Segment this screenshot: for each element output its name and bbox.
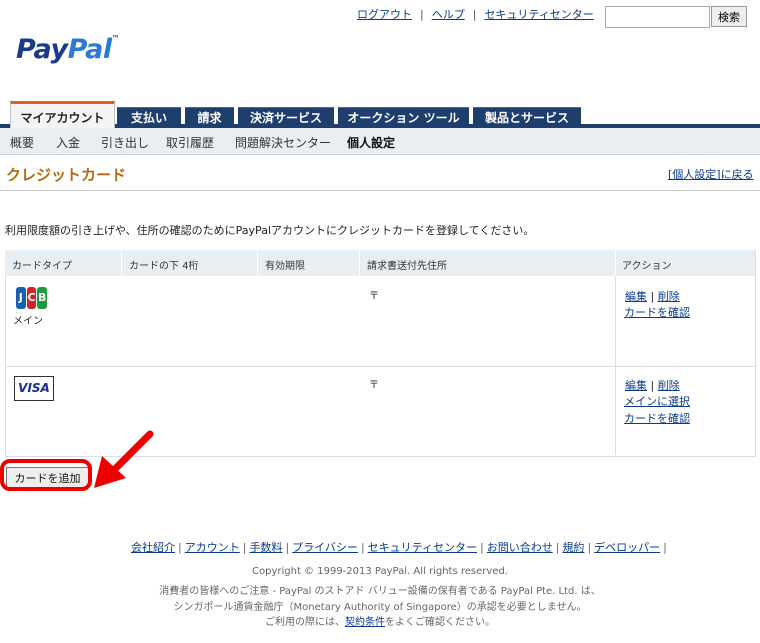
footer-fees[interactable]: 手数料 — [249, 541, 282, 554]
set-primary-link[interactable]: メインに選択 — [624, 393, 690, 409]
tab-merchant-services[interactable]: 決済サービス — [238, 107, 334, 128]
subnav-history[interactable]: 取引履歴 — [166, 134, 214, 151]
row-actions: 編集 | 削除 — [625, 377, 680, 393]
footer-terms[interactable]: 規約 — [562, 541, 584, 554]
footer-about[interactable]: 会社紹介 — [131, 541, 175, 554]
logout-link[interactable]: ログアウト — [357, 8, 412, 21]
search-button[interactable]: 検索 — [711, 6, 747, 27]
column-divider — [615, 250, 616, 276]
annotation-arrow-icon — [94, 430, 154, 488]
footer-developers[interactable]: デベロッパー — [594, 541, 660, 554]
postal-mark: 〒 — [369, 291, 379, 302]
visa-card-icon: VISA — [14, 376, 54, 401]
row-divider — [5, 366, 755, 367]
subnav-withdraw[interactable]: 引き出し — [101, 134, 149, 151]
intro-text: 利用限度額の引き上げや、住所の確認のためにPayPalアカウントにクレジットカー… — [5, 224, 535, 237]
notice-line-3: ご利用の際には、契約条件をよくご確認ください。 — [0, 613, 760, 628]
footer-links: 会社紹介 | アカウント | 手数料 | プライバシー | セキュリティセンター | お問い合わせ |… — [131, 541, 667, 554]
back-to-profile-link[interactable]: [個人設定]に戻る — [668, 166, 754, 182]
column-divider — [359, 250, 360, 276]
header-expiry: 有効期限 — [265, 261, 305, 272]
footer-security[interactable]: セキュリティセンター — [368, 541, 477, 554]
row-actions: 編集 | 削除 — [625, 288, 680, 304]
top-links: ログアウト | ヘルプ | セキュリティセンター — [357, 6, 594, 22]
column-divider — [121, 250, 122, 276]
notice-line-2: シンガポール通貨金融庁（Monetary Authority of Singap… — [173, 602, 587, 613]
subnav-resolution-center[interactable]: 問題解決センター — [235, 134, 331, 151]
footer-privacy[interactable]: プライバシー — [292, 541, 358, 554]
footer-contact[interactable]: お問い合わせ — [487, 541, 553, 554]
confirm-card-link[interactable]: カードを確認 — [624, 304, 690, 320]
jcb-b: B — [37, 287, 48, 309]
logo-pal: Pal — [67, 34, 113, 65]
edit-link[interactable]: 編集 — [625, 379, 647, 392]
notice-prefix: ご利用の際には、 — [265, 617, 345, 628]
notice-line-1: 消費者の皆様へのご注意 - PayPal のストアド バリュー設備の保有者である… — [159, 586, 601, 597]
sub-navigation: 概要 入金 引き出し 取引履歴 問題解決センター 個人設定 — [0, 128, 760, 155]
terms-link[interactable]: 契約条件 — [345, 617, 385, 628]
action-separator: | — [650, 379, 655, 392]
tab-payments[interactable]: 支払い — [117, 107, 181, 128]
delete-link[interactable]: 削除 — [658, 379, 680, 392]
subnav-profile[interactable]: 個人設定 — [347, 134, 395, 151]
postal-mark: 〒 — [369, 380, 379, 391]
jcb-j: J — [16, 287, 26, 309]
logo-trademark: ™ — [111, 34, 120, 43]
separator: | — [472, 8, 477, 21]
header-actions: アクション — [622, 261, 672, 272]
copyright: Copyright © 1999-2013 PayPal. All rights… — [252, 566, 508, 577]
tab-auction-tools[interactable]: オークション ツール — [338, 107, 469, 128]
page-title: クレジットカード — [6, 166, 127, 184]
footer-account[interactable]: アカウント — [185, 541, 240, 554]
notice-suffix: をよくご確認ください。 — [385, 617, 495, 628]
separator: | — [420, 8, 424, 21]
header-card-type: カードタイプ — [12, 261, 72, 272]
header-billing-address: 請求書送付先住所 — [367, 261, 447, 272]
search-input[interactable] — [605, 6, 710, 28]
primary-label: メイン — [13, 316, 43, 327]
jcb-card-icon: J C B — [16, 287, 48, 309]
jcb-c: C — [26, 287, 37, 309]
highlight-circle — [0, 459, 92, 491]
confirm-card-link[interactable]: カードを確認 — [624, 410, 690, 426]
tab-products-services[interactable]: 製品とサービス — [473, 107, 581, 128]
security-center-link[interactable]: セキュリティセンター — [484, 8, 593, 21]
paypal-logo[interactable]: PayPal™ — [16, 34, 120, 65]
tab-billing[interactable]: 請求 — [185, 107, 234, 128]
header-last-digits: カードの下 4桁 — [129, 261, 199, 272]
subnav-deposit[interactable]: 入金 — [56, 134, 80, 151]
tab-my-account[interactable]: マイアカウント — [10, 101, 115, 131]
help-link[interactable]: ヘルプ — [432, 8, 465, 21]
logo-pay: Pay — [16, 34, 68, 65]
divider — [0, 190, 760, 191]
subnav-overview[interactable]: 概要 — [10, 134, 34, 151]
edit-link[interactable]: 編集 — [625, 290, 647, 303]
column-divider — [257, 250, 258, 276]
delete-link[interactable]: 削除 — [658, 290, 680, 303]
action-separator: | — [650, 290, 655, 303]
